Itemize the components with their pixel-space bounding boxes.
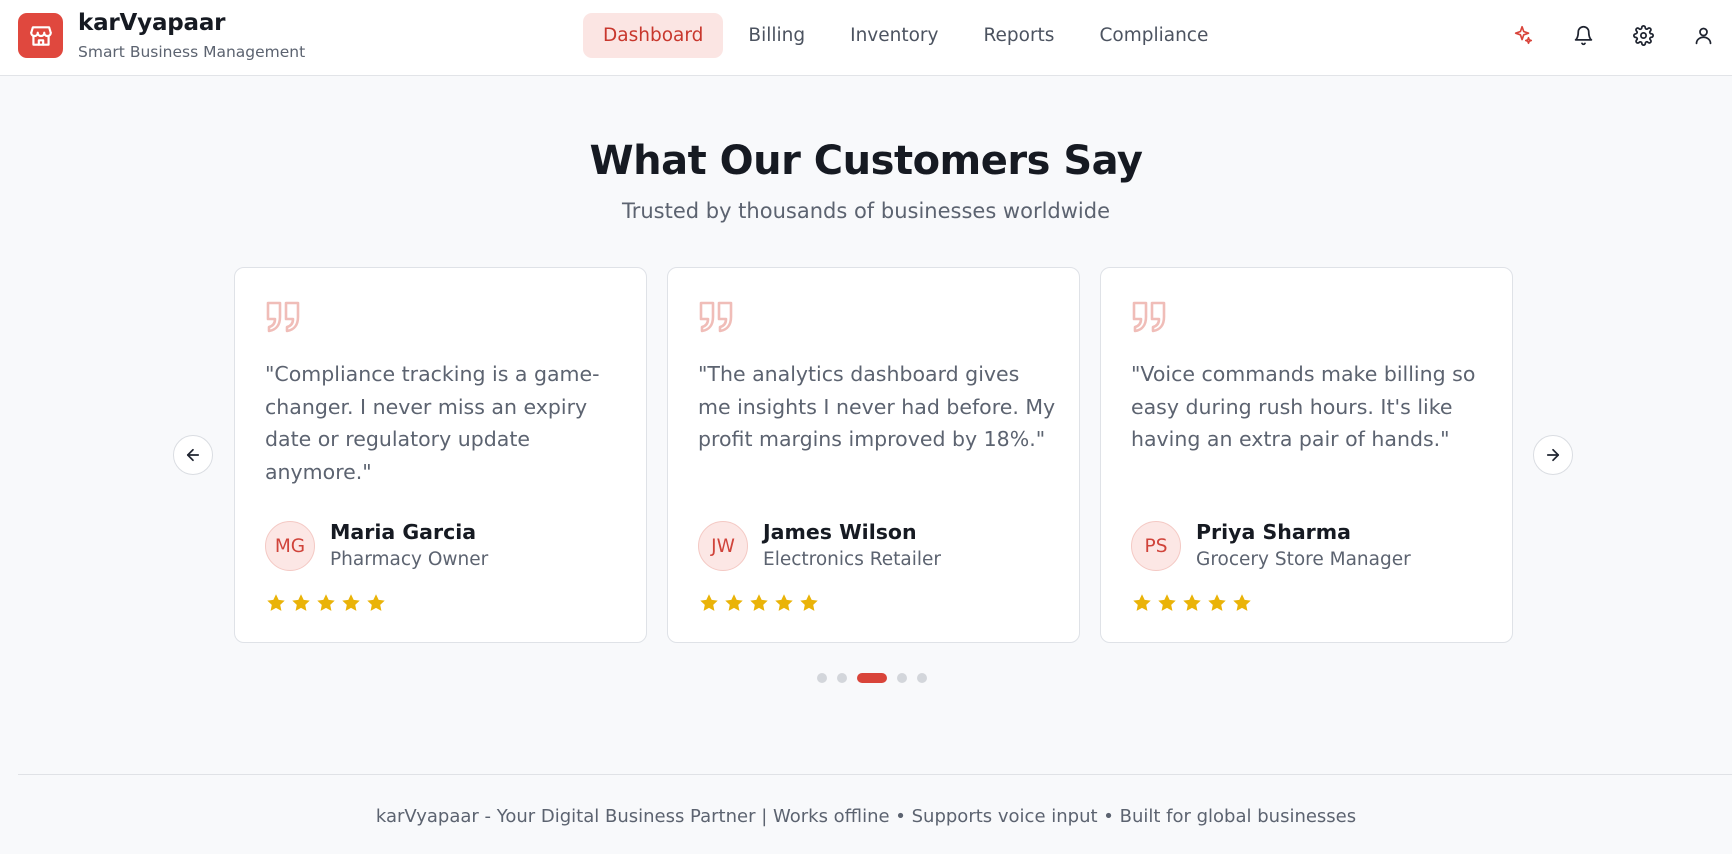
star-rating xyxy=(698,592,820,614)
quote-icon xyxy=(1132,301,1166,333)
star-icon xyxy=(800,594,818,611)
user-icon[interactable] xyxy=(1691,23,1715,47)
carousel-dot[interactable] xyxy=(897,673,907,683)
nav-item-inventory[interactable]: Inventory xyxy=(830,13,958,58)
star-icon xyxy=(1208,594,1226,611)
carousel-pagination xyxy=(817,673,927,683)
testimonial-card: "Compliance tracking is a game-changer. … xyxy=(234,267,647,643)
star-icon xyxy=(292,594,310,611)
author-role: Grocery Store Manager xyxy=(1196,549,1411,570)
author-role: Electronics Retailer xyxy=(763,549,941,570)
star-icon xyxy=(700,594,718,611)
star-icon xyxy=(317,594,335,611)
star-icon xyxy=(267,594,285,611)
arrow-right-icon xyxy=(1546,448,1560,462)
footer-divider xyxy=(18,774,1732,775)
nav-item-billing[interactable]: Billing xyxy=(728,13,825,58)
brand-tagline: Smart Business Management xyxy=(78,43,306,61)
star-icon xyxy=(1183,594,1201,611)
author-role: Pharmacy Owner xyxy=(330,549,489,570)
star-icon xyxy=(367,594,385,611)
carousel-dot[interactable] xyxy=(817,673,827,683)
section-title: What Our Customers Say xyxy=(589,138,1143,184)
author-name: Priya Sharma xyxy=(1196,520,1351,544)
testimonial-quote: "The analytics dashboard gives me insigh… xyxy=(698,362,1056,451)
nav-item-dashboard[interactable]: Dashboard xyxy=(583,13,724,58)
quote-icon xyxy=(266,301,300,333)
gear-icon[interactable] xyxy=(1631,23,1655,47)
star-icon xyxy=(750,594,768,611)
main-nav: Dashboard Billing Inventory Reports Comp… xyxy=(583,13,1233,58)
star-rating xyxy=(1131,592,1253,614)
star-icon xyxy=(775,594,793,611)
author-name: Maria Garcia xyxy=(330,520,477,544)
star-icon xyxy=(1233,594,1251,611)
sparkle-icon[interactable] xyxy=(1511,23,1535,47)
section-subtitle: Trusted by thousands of businesses world… xyxy=(621,199,1111,223)
star-icon xyxy=(1158,594,1176,611)
carousel-next-button[interactable] xyxy=(1533,435,1573,475)
bell-icon[interactable] xyxy=(1571,23,1595,47)
testimonial-quote: "Voice commands make billing so easy dur… xyxy=(1131,362,1476,451)
brand-name[interactable]: karVyapaar xyxy=(78,10,226,36)
star-rating xyxy=(265,592,387,614)
avatar: PS xyxy=(1131,521,1181,571)
star-icon xyxy=(342,594,360,611)
carousel-dot[interactable] xyxy=(917,673,927,683)
arrow-left-icon xyxy=(186,448,200,462)
star-icon xyxy=(725,594,743,611)
avatar: MG xyxy=(265,521,315,571)
footer-text: karVyapaar - Your Digital Business Partn… xyxy=(375,806,1357,827)
carousel-dot[interactable] xyxy=(857,673,887,683)
avatar: JW xyxy=(698,521,748,571)
testimonial-card: "The analytics dashboard gives me insigh… xyxy=(667,267,1080,643)
store-logo-icon[interactable] xyxy=(18,13,63,58)
nav-item-compliance[interactable]: Compliance xyxy=(1079,13,1228,58)
carousel-prev-button[interactable] xyxy=(173,435,213,475)
testimonial-card: "Voice commands make billing so easy dur… xyxy=(1100,267,1513,643)
nav-item-reports[interactable]: Reports xyxy=(963,13,1074,58)
top-header: karVyapaar Smart Business Management Das… xyxy=(0,0,1732,76)
testimonial-quote: "Compliance tracking is a game-changer. … xyxy=(265,362,600,484)
star-icon xyxy=(1133,594,1151,611)
quote-icon xyxy=(699,301,733,333)
carousel-dot[interactable] xyxy=(837,673,847,683)
author-name: James Wilson xyxy=(763,520,917,544)
